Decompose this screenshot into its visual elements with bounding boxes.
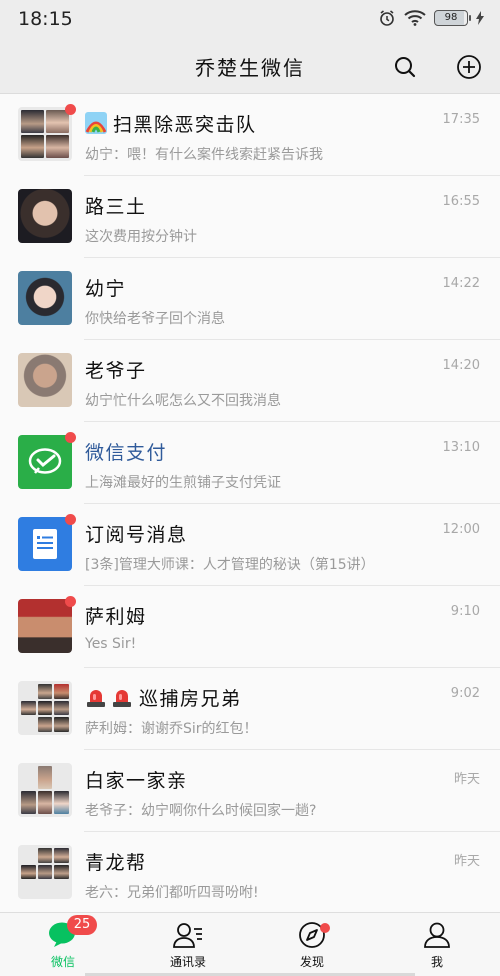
avatar: [18, 271, 72, 325]
chat-item-group-anti-crime[interactable]: 扫黑除恶突击队 幼宁：喂！有什么案件线索赶紧告诉我 17:35: [0, 94, 500, 176]
chat-name: 微信支付: [85, 442, 168, 464]
wifi-icon: [404, 10, 426, 26]
unread-dot: [65, 514, 76, 525]
discover-dot: [320, 923, 330, 933]
chat-name: 老爷子: [85, 360, 147, 382]
group-avatar: [18, 107, 72, 161]
alarm-icon: [380, 10, 394, 26]
tab-discover[interactable]: 发现: [272, 919, 352, 970]
rainbow-icon: [85, 112, 107, 134]
chat-name: 扫黑除恶突击队: [85, 110, 257, 137]
chat-item-group-qinglong-gang[interactable]: 青龙帮 老六：兄弟们都听四哥吩咐! 昨天: [0, 832, 500, 912]
wechat-pay-avatar: [18, 435, 72, 489]
chat-name: 路三土: [85, 196, 147, 218]
avatar: [18, 353, 72, 407]
chat-time: 昨天: [453, 772, 480, 787]
siren-icon: [113, 690, 131, 707]
chat-time: 14:22: [442, 276, 480, 291]
chat-time: 9:10: [450, 604, 480, 619]
chat-item-group-police-brothers[interactable]: 巡捕房兄弟 萨利姆：谢谢乔Sir的红包！ 9:02: [0, 668, 500, 750]
chat-name: 巡捕房兄弟: [85, 684, 242, 711]
chat-item-lu-san-tu[interactable]: 路三土 这次费用按分钟计 16:55: [0, 176, 500, 258]
status-bar: 18:15 98: [0, 0, 500, 40]
group-avatar: [18, 763, 72, 817]
chat-name: 萨利姆: [85, 606, 147, 628]
status-icons: 98: [378, 9, 484, 27]
unread-dot: [65, 596, 76, 607]
charging-icon: [476, 11, 484, 25]
unread-count-badge: 25: [67, 915, 97, 935]
group-avatar: [18, 681, 72, 735]
tab-bar: 25 微信 通讯录 发现 我: [0, 912, 500, 976]
subscription-avatar: [18, 517, 72, 571]
search-button[interactable]: [391, 53, 419, 81]
chat-last-message: 幼宁忙什么呢怎么又不回我消息: [85, 393, 281, 409]
chat-item-salim[interactable]: 萨利姆 Yes Sir! 9:10: [0, 586, 500, 668]
avatar: [18, 189, 72, 243]
chat-name-text: 扫黑除恶突击队: [113, 114, 257, 136]
tab-label: 我: [430, 955, 443, 969]
chat-time: 12:00: [442, 522, 480, 537]
chat-name: 青龙帮: [85, 852, 147, 874]
tab-contacts[interactable]: 通讯录: [148, 919, 228, 970]
tab-label: 通讯录: [169, 955, 206, 969]
chat-last-message: 老爷子：幼宁啊你什么时候回家一趟?: [85, 803, 317, 819]
nav-bar: 乔楚生微信: [0, 40, 500, 94]
chat-name: 订阅号消息: [85, 524, 188, 546]
siren-icon: [87, 690, 105, 707]
chat-last-message: [3条]管理大师课：人才管理的秘诀（第15讲）: [85, 557, 375, 573]
chat-time: 9:02: [450, 686, 480, 701]
chat-last-message: Yes Sir!: [85, 636, 137, 652]
document-icon: [33, 529, 57, 559]
chat-time: 17:35: [442, 112, 480, 127]
tab-label: 微信: [50, 955, 75, 969]
group-avatar: [18, 845, 72, 899]
chat-item-you-ning[interactable]: 幼宁 你快给老爷子回个消息 14:22: [0, 258, 500, 340]
contacts-icon: [173, 923, 202, 948]
chat-name-text: 巡捕房兄弟: [139, 688, 242, 710]
chat-item-lao-ye-zi[interactable]: 老爷子 幼宁忙什么呢怎么又不回我消息 14:20: [0, 340, 500, 422]
chat-last-message: 上海滩最好的生煎铺子支付凭证: [85, 475, 281, 491]
add-button[interactable]: [455, 53, 483, 81]
chat-item-group-bai-family[interactable]: 白家一家亲 老爷子：幼宁啊你什么时候回家一趟? 昨天: [0, 750, 500, 832]
page-title: 乔楚生微信: [195, 56, 305, 80]
chat-item-wechat-pay[interactable]: 微信支付 上海滩最好的生煎铺子支付凭证 13:10: [0, 422, 500, 504]
tab-me[interactable]: 我: [397, 919, 477, 970]
battery-level: 98: [444, 12, 458, 23]
chat-last-message: 你快给老爷子回个消息: [85, 311, 225, 327]
avatar: [18, 599, 72, 653]
chat-time: 16:55: [442, 194, 480, 209]
search-icon: [395, 57, 416, 78]
chat-last-message: 幼宁：喂！有什么案件线索赶紧告诉我: [85, 147, 323, 163]
chat-time: 昨天: [453, 854, 480, 869]
plus-circle-icon: [457, 55, 481, 79]
chat-name: 白家一家亲: [85, 770, 188, 792]
tab-label: 发现: [299, 955, 324, 969]
chat-time: 13:10: [442, 440, 480, 455]
unread-dot: [65, 104, 76, 115]
chat-time: 14:20: [442, 358, 480, 373]
chat-last-message: 老六：兄弟们都听四哥吩咐!: [85, 885, 259, 901]
person-icon: [424, 922, 450, 948]
chat-last-message: 萨利姆：谢谢乔Sir的红包！: [85, 721, 258, 737]
chat-item-subscriptions[interactable]: 订阅号消息 [3条]管理大师课：人才管理的秘诀（第15讲） 12:00: [0, 504, 500, 586]
tab-chats[interactable]: 25 微信: [23, 915, 103, 970]
unread-dot: [65, 432, 76, 443]
battery-icon: 98: [434, 10, 471, 26]
wechat-pay-icon: [28, 448, 62, 474]
status-time: 18:15: [18, 8, 73, 30]
chat-name: 幼宁: [85, 278, 127, 300]
chat-list: 扫黑除恶突击队 幼宁：喂！有什么案件线索赶紧告诉我 17:35 路三土 这次费用…: [0, 94, 500, 912]
chat-last-message: 这次费用按分钟计: [85, 229, 197, 245]
